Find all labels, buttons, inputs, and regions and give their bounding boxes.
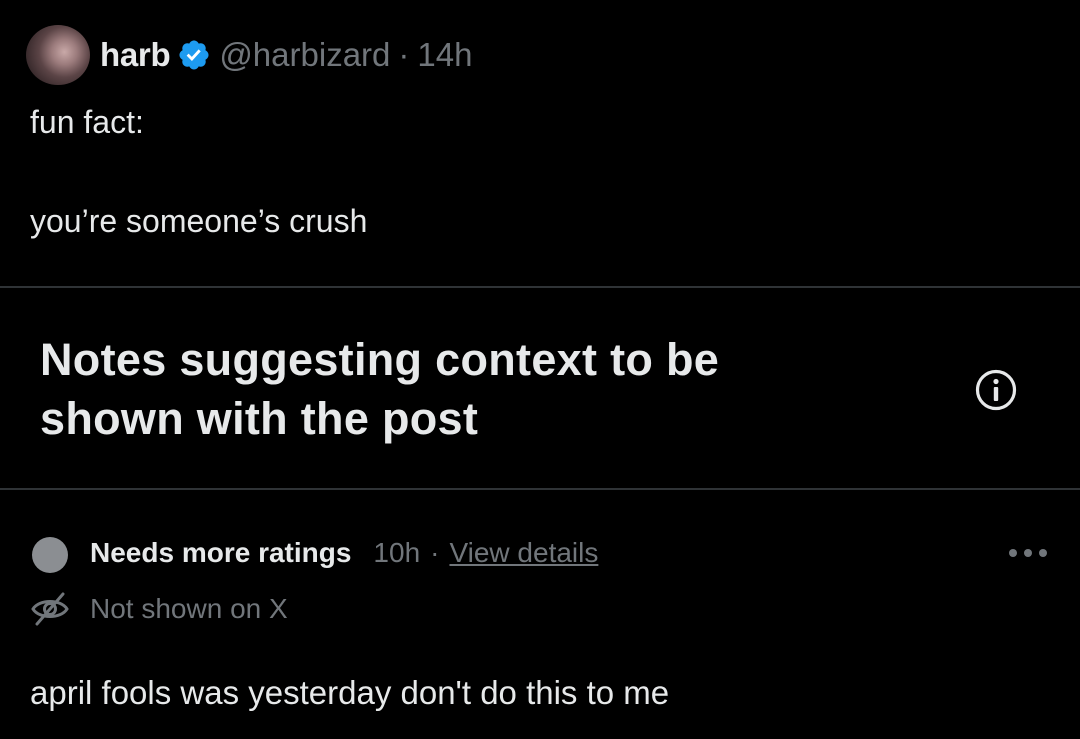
info-icon[interactable] <box>974 368 1018 412</box>
author-handle[interactable]: @harbizard <box>219 36 390 74</box>
post-detail-page: harb @harbizard · 14h fun fact: you’re s… <box>0 0 1080 739</box>
divider <box>0 286 1080 288</box>
post-timestamp[interactable]: 14h <box>417 36 472 74</box>
visibility-status: Not shown on X <box>30 589 288 629</box>
avatar[interactable] <box>26 25 90 85</box>
note-timestamp: 10h <box>373 537 421 568</box>
divider <box>0 488 1080 490</box>
note-meta: Needs more ratings 10h · View details <box>90 533 598 573</box>
post-text-line: you’re someone’s crush <box>30 203 368 239</box>
separator-dot: · <box>430 537 440 568</box>
separator-dot: · <box>398 36 410 73</box>
note-text: april fools was yesterday don't do this … <box>30 674 670 711</box>
status-dot-icon <box>32 537 68 573</box>
visibility-label: Not shown on X <box>90 593 288 624</box>
post-text-line: fun fact: <box>30 104 144 140</box>
eye-off-icon <box>30 589 70 629</box>
post-header: harb @harbizard · 14h <box>26 24 472 86</box>
more-dots-icon[interactable] <box>1000 538 1056 568</box>
view-details-link[interactable]: View details <box>449 537 598 569</box>
note-status-label: Needs more ratings <box>90 537 352 568</box>
author-display-name[interactable]: harb <box>100 36 171 74</box>
verified-badge-icon <box>177 38 211 72</box>
notes-section-title: Notes suggesting context to be shown wit… <box>40 334 720 444</box>
